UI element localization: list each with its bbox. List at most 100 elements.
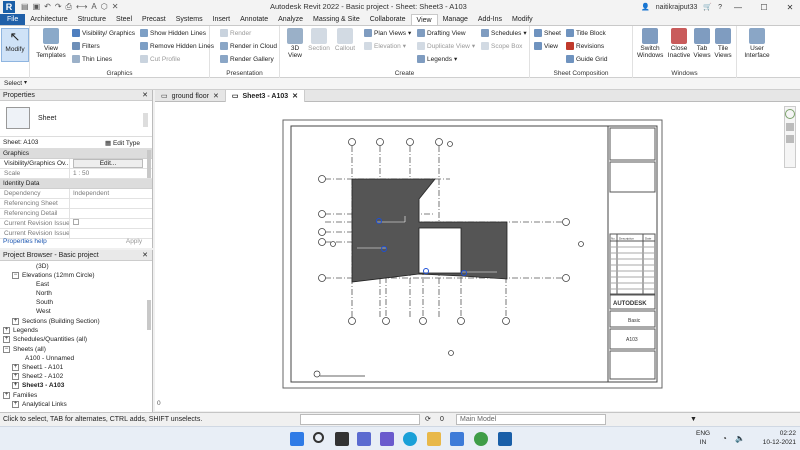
close-views-icon[interactable]: ✕ (112, 2, 119, 12)
pan-icon[interactable] (786, 135, 794, 143)
graphics-category[interactable]: Graphics (0, 149, 152, 159)
tab-modify[interactable]: Modify (507, 14, 538, 25)
tree-item-3d[interactable]: (3D) (36, 262, 49, 271)
schedules-button[interactable]: Schedules ▾ (481, 29, 527, 37)
cut-profile-button[interactable]: Cut Profile (140, 55, 180, 63)
tab-add-ins[interactable]: Add-Ins (473, 14, 507, 25)
tree-item-families[interactable]: + Families (3, 391, 37, 400)
teams-icon[interactable] (380, 432, 394, 446)
text-icon[interactable]: A (91, 2, 96, 12)
drawing-canvas[interactable]: No. Description Date AUTODESK Basic A103 (155, 102, 800, 411)
callout-button[interactable]: Callout (333, 28, 357, 52)
tab-structure[interactable]: Structure (73, 14, 111, 25)
language-indicator[interactable]: ENG IN (696, 429, 710, 447)
design-option-field[interactable]: Main Model (456, 414, 606, 425)
visibility-graphics-button[interactable]: Visibility/ Graphics (72, 29, 135, 37)
legends-button[interactable]: Legends ▾ (417, 55, 457, 63)
render-gallery-button[interactable]: Render Gallery (220, 55, 274, 63)
sheet-button[interactable]: Sheet (534, 29, 561, 37)
revisions-button[interactable]: Revisions (566, 42, 604, 50)
type-scroll-icon[interactable] (143, 113, 148, 127)
browser-scrollbar[interactable] (147, 300, 151, 330)
tab-manage[interactable]: Manage (438, 14, 473, 25)
modify-button[interactable]: ↖ Modify (1, 28, 29, 62)
tab-file[interactable]: File (0, 14, 26, 25)
show-hidden-lines-button[interactable]: Show Hidden Lines (140, 29, 206, 37)
expand-icon[interactable]: + (12, 372, 19, 380)
scope-box-button[interactable]: Scope Box (481, 42, 522, 50)
expand-icon[interactable]: + (12, 363, 19, 371)
tree-item-sheet3[interactable]: + Sheet3 - A103 (12, 381, 64, 390)
maximize-button[interactable]: ☐ (754, 3, 774, 12)
start-icon[interactable] (290, 432, 304, 446)
plan-views-button[interactable]: Plan Views ▾ (364, 29, 411, 37)
tab-analyze[interactable]: Analyze (273, 14, 308, 25)
properties-scrollbar[interactable] (147, 150, 151, 178)
view-templates-button[interactable]: View Templates (34, 28, 68, 59)
tree-item-sheet2[interactable]: + Sheet2 - A102 (12, 372, 63, 381)
tree-item-elevations[interactable]: − Elevations (12mm Circle) (12, 271, 95, 280)
widgets-icon[interactable] (357, 432, 371, 446)
user-interface-button[interactable]: User Interface (741, 28, 773, 59)
tree-item-sections[interactable]: + Sections (Building Section) (12, 317, 100, 326)
type-selector[interactable]: Sheet (0, 101, 152, 137)
chrome-icon[interactable] (474, 432, 488, 446)
user-icon[interactable]: 👤 (641, 3, 650, 11)
tile-views-button[interactable]: Tile Views (714, 28, 732, 59)
tab-ground-floor[interactable]: ▭ ground floor ✕ (155, 90, 226, 102)
clock[interactable]: 02:22 10-12-2021 (763, 429, 796, 447)
apply-button[interactable]: Apply (118, 237, 150, 247)
expand-icon[interactable]: + (3, 391, 10, 399)
store-icon[interactable] (450, 432, 464, 446)
tree-item-sheet1[interactable]: + Sheet1 - A101 (12, 363, 63, 372)
wifi-icon[interactable]: ◔ (722, 434, 727, 443)
collapse-icon[interactable]: − (12, 271, 19, 279)
help-icon[interactable]: ? (718, 4, 722, 11)
close-inactive-button[interactable]: Close Inactive (667, 28, 691, 59)
visibility-edit-button[interactable]: Edit... (73, 159, 143, 168)
open-icon[interactable]: ▤ (21, 2, 29, 12)
steering-wheel-icon[interactable] (785, 109, 795, 119)
collapse-icon[interactable]: − (3, 345, 10, 353)
cart-icon[interactable]: 🛒 (703, 3, 712, 11)
drafting-view-button[interactable]: Drafting View (417, 29, 466, 37)
tree-item-west[interactable]: West (36, 307, 51, 316)
task-view-icon[interactable] (335, 432, 349, 446)
user-name[interactable]: naitikrajput33 (656, 4, 698, 11)
render-cloud-button[interactable]: Render in Cloud (220, 42, 277, 50)
select-dropdown[interactable]: Select (4, 80, 22, 87)
volume-icon[interactable]: 🔈 (735, 434, 745, 443)
measure-icon[interactable]: ⟷ (76, 2, 87, 12)
tree-item-schedules[interactable]: + Schedules/Quantities (all) (3, 335, 87, 344)
expand-icon[interactable]: + (12, 400, 19, 408)
expand-icon[interactable]: + (3, 335, 10, 343)
place-view-button[interactable]: View (534, 42, 558, 50)
identity-category[interactable]: Identity Data (0, 179, 152, 189)
redo-icon[interactable]: ↷ (55, 2, 62, 12)
tree-item-north[interactable]: North (36, 289, 52, 298)
zoom-icon[interactable] (786, 123, 794, 131)
tree-item-south[interactable]: South (36, 298, 53, 307)
worksharing-icon[interactable]: ⟳ (425, 413, 431, 426)
filter-icon[interactable]: ▼ (690, 413, 697, 426)
3d-icon[interactable]: ⬡ (101, 2, 108, 12)
revit-logo-icon[interactable]: R (3, 1, 15, 13)
tab-collaborate[interactable]: Collaborate (365, 14, 411, 25)
close-icon[interactable]: ✕ (213, 92, 219, 100)
tree-item-analytical-links[interactable]: + Analytical Links (12, 400, 67, 409)
thin-lines-button[interactable]: Thin Lines (72, 55, 112, 63)
minimize-button[interactable]: — (728, 3, 748, 12)
revision-checkbox[interactable] (73, 219, 79, 225)
tree-item-legends[interactable]: + Legends (3, 326, 38, 335)
tree-item-sheets[interactable]: − Sheets (all) (3, 345, 46, 354)
tab-precast[interactable]: Precast (137, 14, 171, 25)
tab-view[interactable]: View (410, 14, 438, 25)
close-icon[interactable]: ✕ (142, 90, 148, 101)
tree-item-east[interactable]: East (36, 280, 49, 289)
expand-icon[interactable]: + (3, 326, 10, 334)
expand-icon[interactable]: + (12, 381, 19, 389)
file-explorer-icon[interactable] (427, 432, 441, 446)
print-icon[interactable]: ⎙ (66, 2, 72, 12)
edge-icon[interactable] (403, 432, 417, 446)
select-dropdown-arrow-icon[interactable]: ▾ (24, 79, 27, 86)
